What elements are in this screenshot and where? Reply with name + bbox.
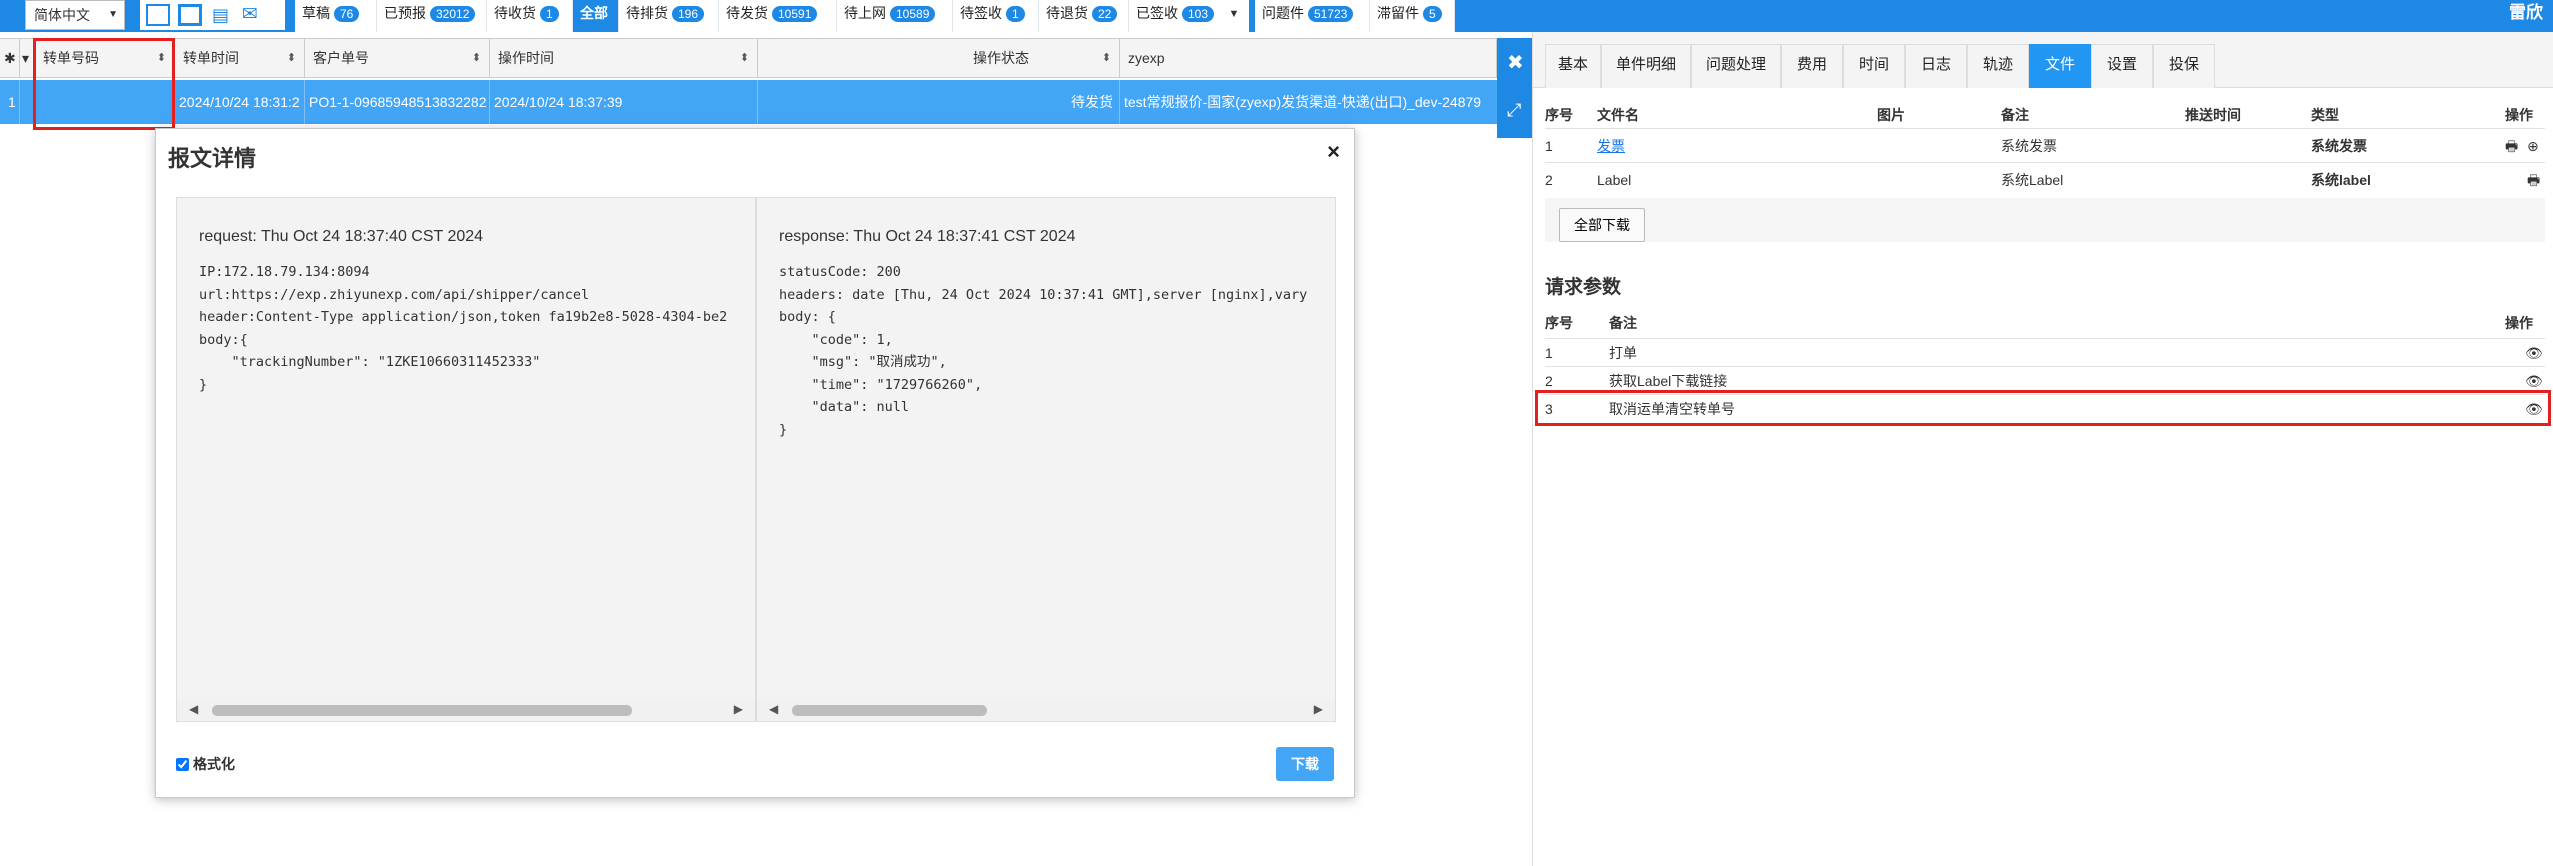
status-tabs: 草稿 76 已预报 32012 待收货 1 全部 待排货 196 待发货 10591 待上… xyxy=(295,0,1230,32)
response-scrollbar[interactable]: ◀ ▶ xyxy=(757,699,1335,721)
view-mode-group: ▤ ✉ xyxy=(140,0,285,30)
tab-problem-handling[interactable]: 问题处理 xyxy=(1691,44,1781,88)
request-scrollbar[interactable]: ◀ ▶ xyxy=(177,699,755,721)
chevron-down-icon: ▼ xyxy=(108,9,118,20)
tab-pending-ship[interactable]: 待发货 10591 xyxy=(719,0,837,32)
scroll-thumb[interactable] xyxy=(212,705,632,716)
scroll-right-icon[interactable]: ▶ xyxy=(734,702,743,716)
response-pane: response: Thu Oct 24 18:37:41 CST 2024 s… xyxy=(756,197,1336,722)
language-select[interactable]: 简体中文 ▼ xyxy=(25,0,125,30)
chevron-down-icon: ▼ xyxy=(1228,8,1240,20)
request-header: request: Thu Oct 24 18:37:40 CST 2024 xyxy=(199,228,484,245)
tab-pending-arrange[interactable]: 待排货 196 xyxy=(619,0,719,32)
highlight-box-cancel-param xyxy=(1535,390,2551,426)
tab-pending-return[interactable]: 待退货 22 xyxy=(1039,0,1129,32)
download-all-button[interactable]: 全部下载 xyxy=(1559,208,1645,242)
request-body: IP:172.18.79.134:8094 url:https://exp.zh… xyxy=(199,264,728,393)
tab-tracking[interactable]: 轨迹 xyxy=(1967,44,2029,88)
detail-tabs: 基本 单件明细 问题处理 费用 时间 日志 轨迹 文件 设置 投保 xyxy=(1533,32,2553,88)
print-icon[interactable]: 🖶 xyxy=(2505,129,2518,163)
list-item: 2 Label 系统Label 系统label 🖶 xyxy=(1545,162,2545,196)
language-label: 简体中文 xyxy=(34,7,90,23)
expand-icon[interactable]: ⤢ xyxy=(1507,100,1521,121)
file-link[interactable]: 发票 xyxy=(1597,129,1625,163)
user-name[interactable]: 雷欣 xyxy=(2509,0,2543,26)
params-section-title: 请求参数 xyxy=(1545,277,1622,298)
tab-forecast[interactable]: 已预报 32012 xyxy=(377,0,487,32)
sort-icon: ⬍ xyxy=(286,52,296,64)
grid-side-bar: ✖ ⤢ xyxy=(1497,38,1532,138)
params-table-header: 序号 备注 操作 xyxy=(1545,315,2533,331)
tab-detained[interactable]: 滞留件 5 xyxy=(1370,0,1455,32)
table-row[interactable]: 1 2024/10/24 18:31:2 PO1-1-0968594851383… xyxy=(0,80,1497,124)
col-op-status[interactable]: 操作状态 ⬍ xyxy=(758,39,1120,77)
response-body: statusCode: 200 headers: date [Thu, 24 O… xyxy=(779,264,1308,438)
tab-draft[interactable]: 草稿 76 xyxy=(295,0,377,32)
sort-icon: ⬍ xyxy=(739,52,749,64)
tab-fees[interactable]: 费用 xyxy=(1781,44,1843,88)
top-toolbar: 简体中文 ▼ ▤ ✉ 草稿 76 已预报 32012 待收货 1 全部 待排货 196 … xyxy=(0,0,2553,32)
request-pane: request: Thu Oct 24 18:37:40 CST 2024 IP… xyxy=(176,197,756,722)
list-item: 1 打单 👁 xyxy=(1545,338,2545,366)
settings-icon[interactable]: ✱ xyxy=(0,39,20,77)
sort-icon: ⬍ xyxy=(471,52,481,64)
tab-pending-online[interactable]: 待上网 10589 xyxy=(837,0,953,32)
row-index: 1 xyxy=(0,80,20,124)
response-header: response: Thu Oct 24 18:37:41 CST 2024 xyxy=(779,228,1076,245)
table-view-icon[interactable]: ▤ xyxy=(212,4,236,26)
col-transfer-time[interactable]: 转单时间 ⬍ xyxy=(175,39,305,77)
tab-problem[interactable]: 问题件 51723 xyxy=(1255,0,1370,32)
col-channel[interactable]: zyexp xyxy=(1120,39,1497,77)
tab-pending-sign[interactable]: 待签收 1 xyxy=(953,0,1039,32)
cell-channel: test常规报价-国家(zyexp)发货渠道-快递(出口)_dev-24879 xyxy=(1124,94,1482,110)
cell-status: 待发货 xyxy=(758,80,1120,124)
tab-files[interactable]: 文件 xyxy=(2029,44,2091,88)
cell-op-time: 2024/10/24 18:37:39 xyxy=(490,80,758,124)
problem-tabs: 问题件 51723 滞留件 5 xyxy=(1255,0,1455,32)
cell-customer-no: PO1-1-09685948513832282 xyxy=(305,80,490,124)
tab-log[interactable]: 日志 xyxy=(1905,44,1967,88)
tab-signed[interactable]: 已签收 103 xyxy=(1129,0,1230,32)
more-tabs-dropdown[interactable]: ▼ xyxy=(1219,0,1249,32)
tab-pending-receive[interactable]: 待收货 1 xyxy=(487,0,573,32)
highlight-box-transfer-no xyxy=(33,38,175,130)
single-pane-view-icon[interactable] xyxy=(146,4,170,26)
dialog-title: 报文详情 xyxy=(168,146,257,171)
right-detail-panel: 基本 单件明细 问题处理 费用 时间 日志 轨迹 文件 设置 投保 序号 文件名… xyxy=(1532,32,2553,866)
sort-icon: ⬍ xyxy=(1101,52,1111,64)
scroll-left-icon[interactable]: ◀ xyxy=(189,702,198,716)
mail-icon[interactable]: ✉ xyxy=(242,4,266,26)
format-checkbox[interactable]: 格式化 xyxy=(176,754,235,774)
grid-header: ✱ ▾ 转单号码 ⬍ 转单时间 ⬍ 客户单号 ⬍ 操作时间 ⬍ 操作状态 ⬍ zyexp xyxy=(0,38,1497,78)
cell-transfer-time: 2024/10/24 18:31:2 xyxy=(175,80,305,124)
scroll-right-icon[interactable]: ▶ xyxy=(1314,702,1323,716)
close-icon[interactable]: ✖ xyxy=(1507,50,1524,75)
col-op-time[interactable]: 操作时间 ⬍ xyxy=(490,39,758,77)
tab-all[interactable]: 全部 xyxy=(573,0,619,32)
scroll-left-icon[interactable]: ◀ xyxy=(769,702,778,716)
message-detail-dialog: 报文详情 × request: Thu Oct 24 18:37:40 CST … xyxy=(155,128,1355,798)
files-table-header: 序号 文件名 图片 备注 推送时间 类型 操作 xyxy=(1545,107,2533,123)
download-icon[interactable]: ⊕ xyxy=(2527,129,2539,163)
scroll-thumb[interactable] xyxy=(792,705,987,716)
tab-basic[interactable]: 基本 xyxy=(1545,44,1601,88)
tab-insurance[interactable]: 投保 xyxy=(2153,44,2215,88)
files-footer xyxy=(1545,198,2545,242)
download-button[interactable]: 下载 xyxy=(1276,747,1334,781)
print-icon[interactable]: 🖶 xyxy=(2527,163,2540,197)
split-view-icon[interactable] xyxy=(178,4,202,26)
tab-piece-detail[interactable]: 单件明细 xyxy=(1601,44,1691,88)
col-customer-no[interactable]: 客户单号 ⬍ xyxy=(305,39,490,77)
format-checkbox-input[interactable] xyxy=(176,758,189,771)
close-icon[interactable]: × xyxy=(1327,139,1340,165)
tab-time[interactable]: 时间 xyxy=(1843,44,1905,88)
list-item: 1 发票 系统发票 系统发票 🖶 ⊕ xyxy=(1545,128,2545,162)
eye-icon[interactable]: 👁 xyxy=(2525,339,2543,367)
tab-settings[interactable]: 设置 xyxy=(2091,44,2153,88)
